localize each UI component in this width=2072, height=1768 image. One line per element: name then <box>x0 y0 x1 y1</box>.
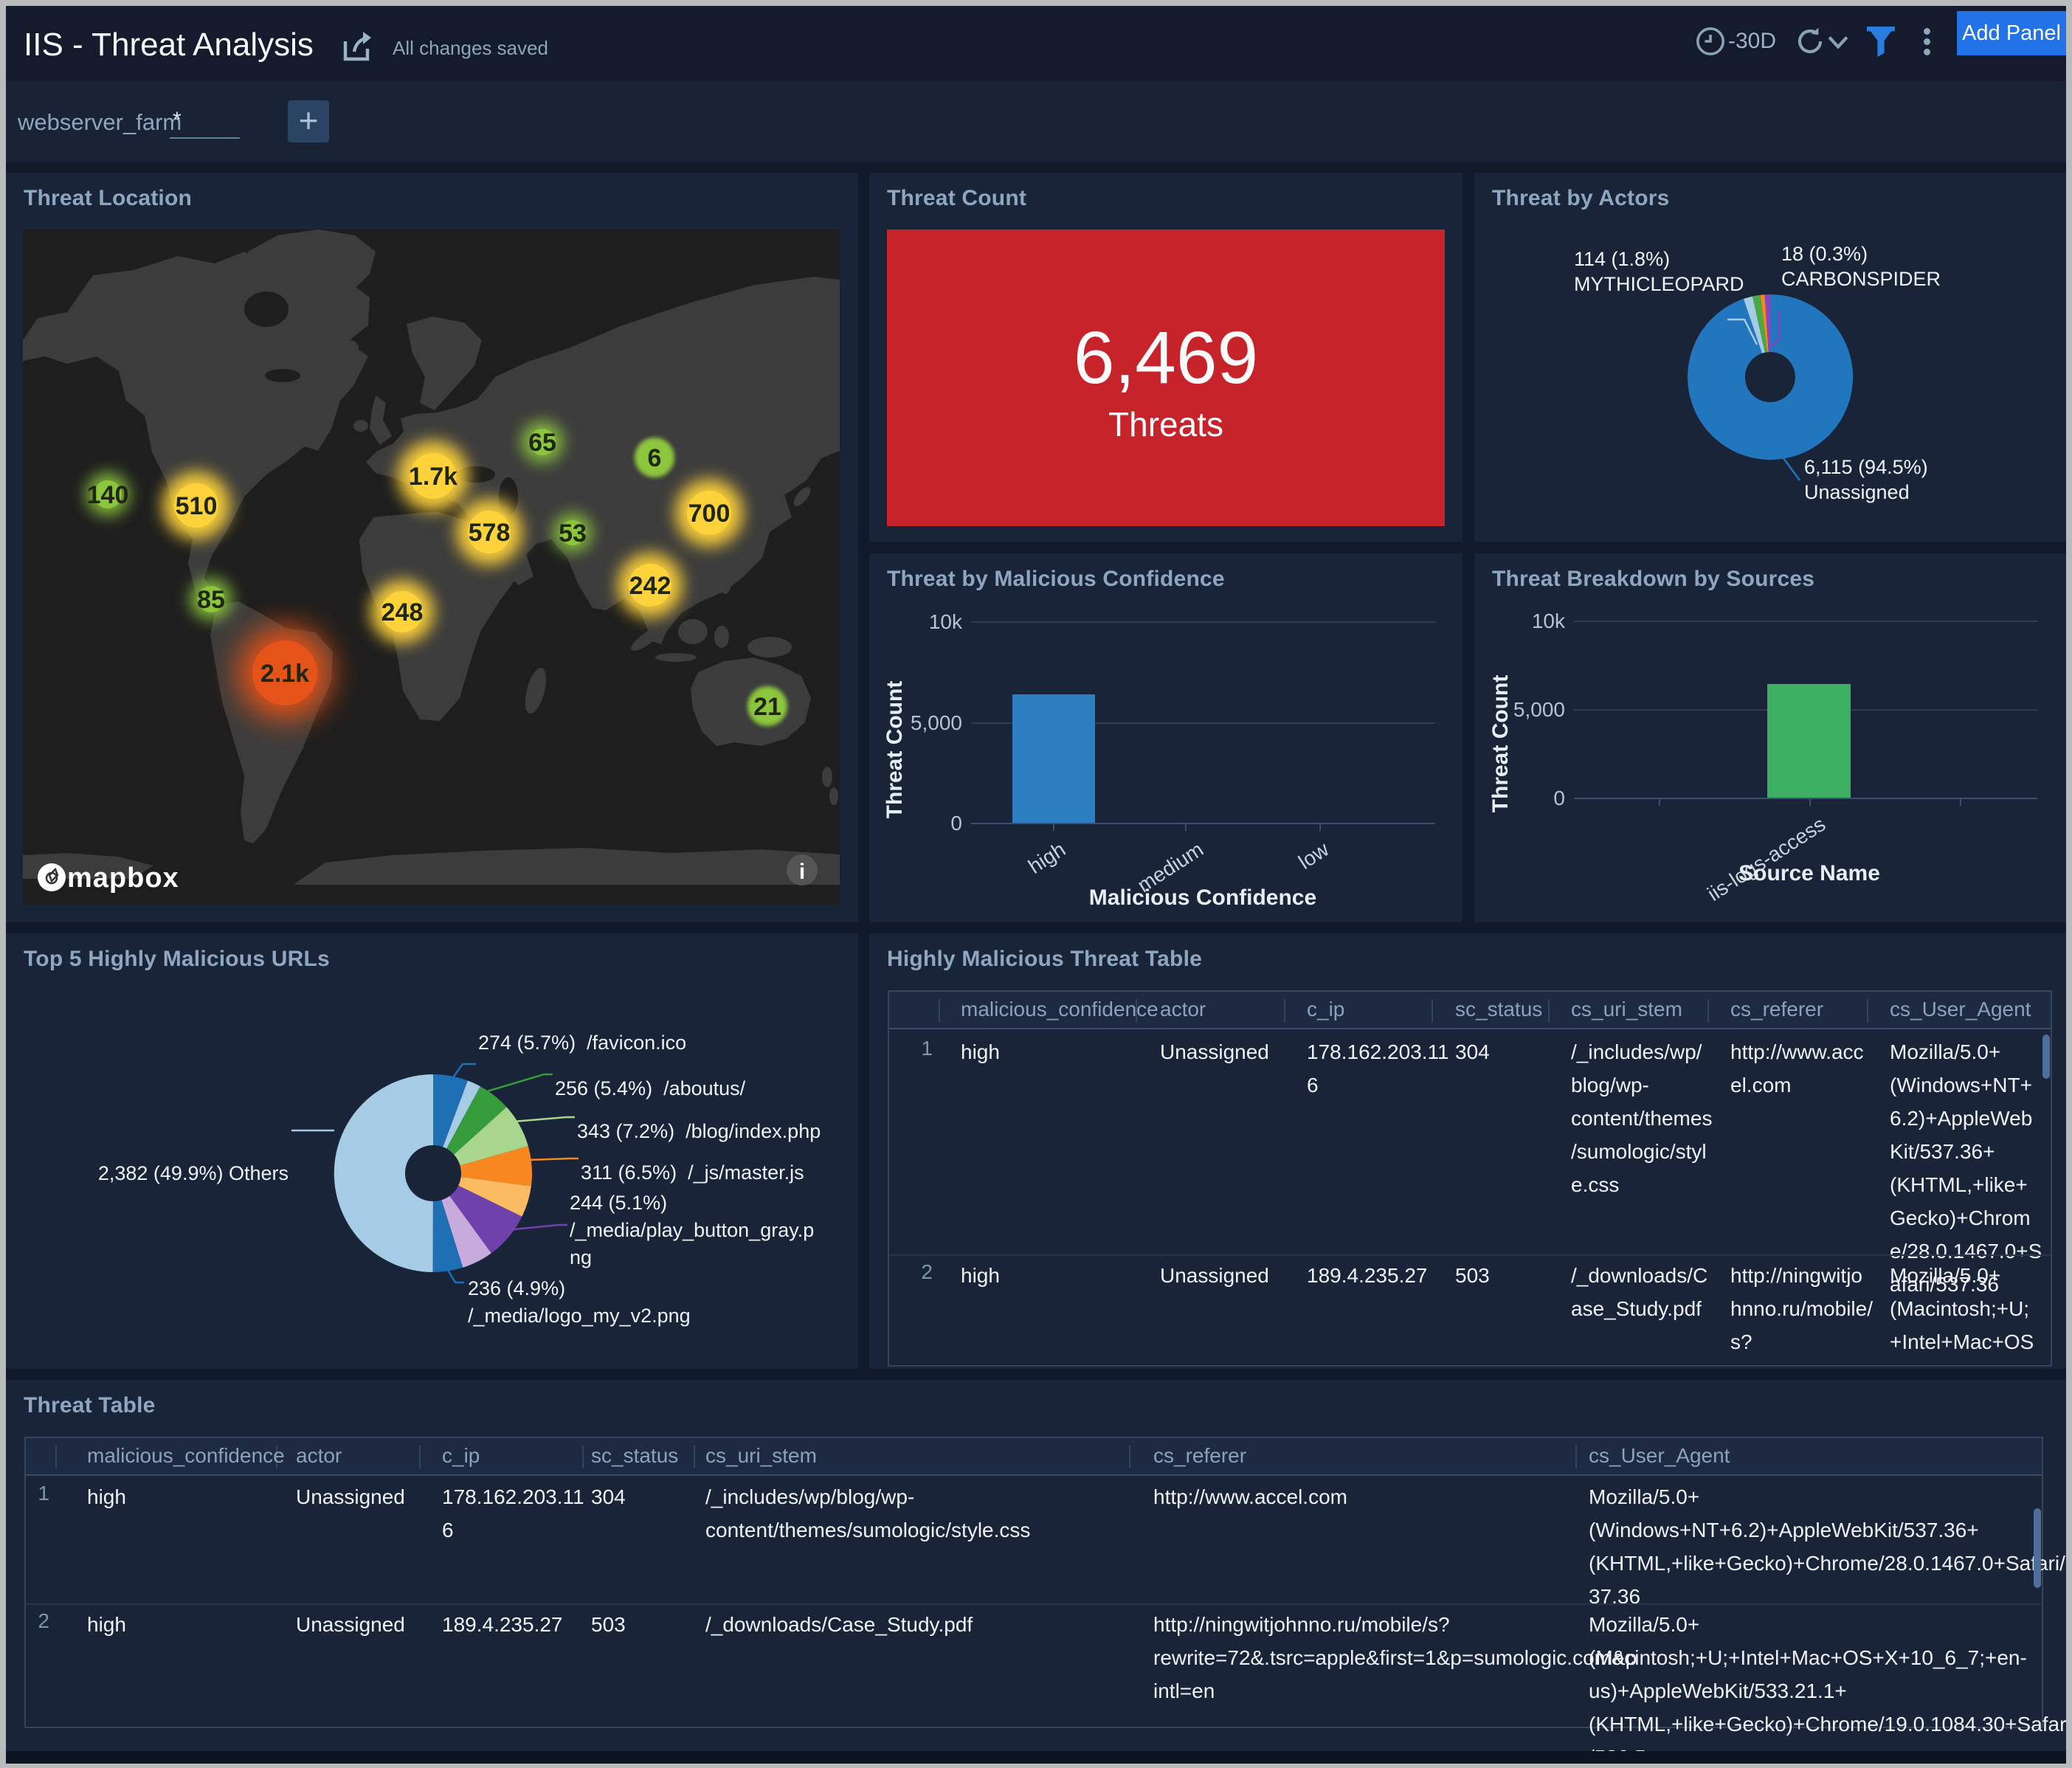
svg-text:2.1k: 2.1k <box>260 660 309 688</box>
svg-text:248: 248 <box>381 598 424 626</box>
svg-text:578: 578 <box>469 519 511 547</box>
svg-text:510: 510 <box>176 492 218 520</box>
svg-text:53: 53 <box>559 519 587 548</box>
svg-text:85: 85 <box>197 586 225 614</box>
svg-text:Source Name: Source Name <box>1738 861 1880 885</box>
svg-text:10k: 10k <box>1532 610 1566 632</box>
svg-text:0: 0 <box>950 812 962 835</box>
svg-text:10k: 10k <box>929 610 963 633</box>
svg-text:Threat Count: Threat Count <box>1488 675 1513 813</box>
svg-text:242: 242 <box>629 572 671 600</box>
svg-text:low: low <box>1294 838 1333 874</box>
svg-text:iis-logs-access: iis-logs-access <box>1703 812 1829 905</box>
svg-text:5,000: 5,000 <box>1513 698 1565 721</box>
svg-text:21: 21 <box>753 693 781 721</box>
svg-text:Threat Count: Threat Count <box>883 681 907 819</box>
svg-text:mapbox: mapbox <box>67 863 179 894</box>
svg-text:Malicious Confidence: Malicious Confidence <box>1089 885 1316 910</box>
svg-text:1.7k: 1.7k <box>409 463 457 491</box>
svg-text:140: 140 <box>87 481 129 509</box>
svg-text:i: i <box>799 860 805 884</box>
svg-text:high: high <box>1024 838 1069 878</box>
svg-text:5,000: 5,000 <box>911 711 962 734</box>
svg-text:6: 6 <box>648 444 662 472</box>
svg-text:65: 65 <box>528 429 556 457</box>
svg-text:0: 0 <box>1553 787 1565 809</box>
svg-text:700: 700 <box>688 500 731 528</box>
